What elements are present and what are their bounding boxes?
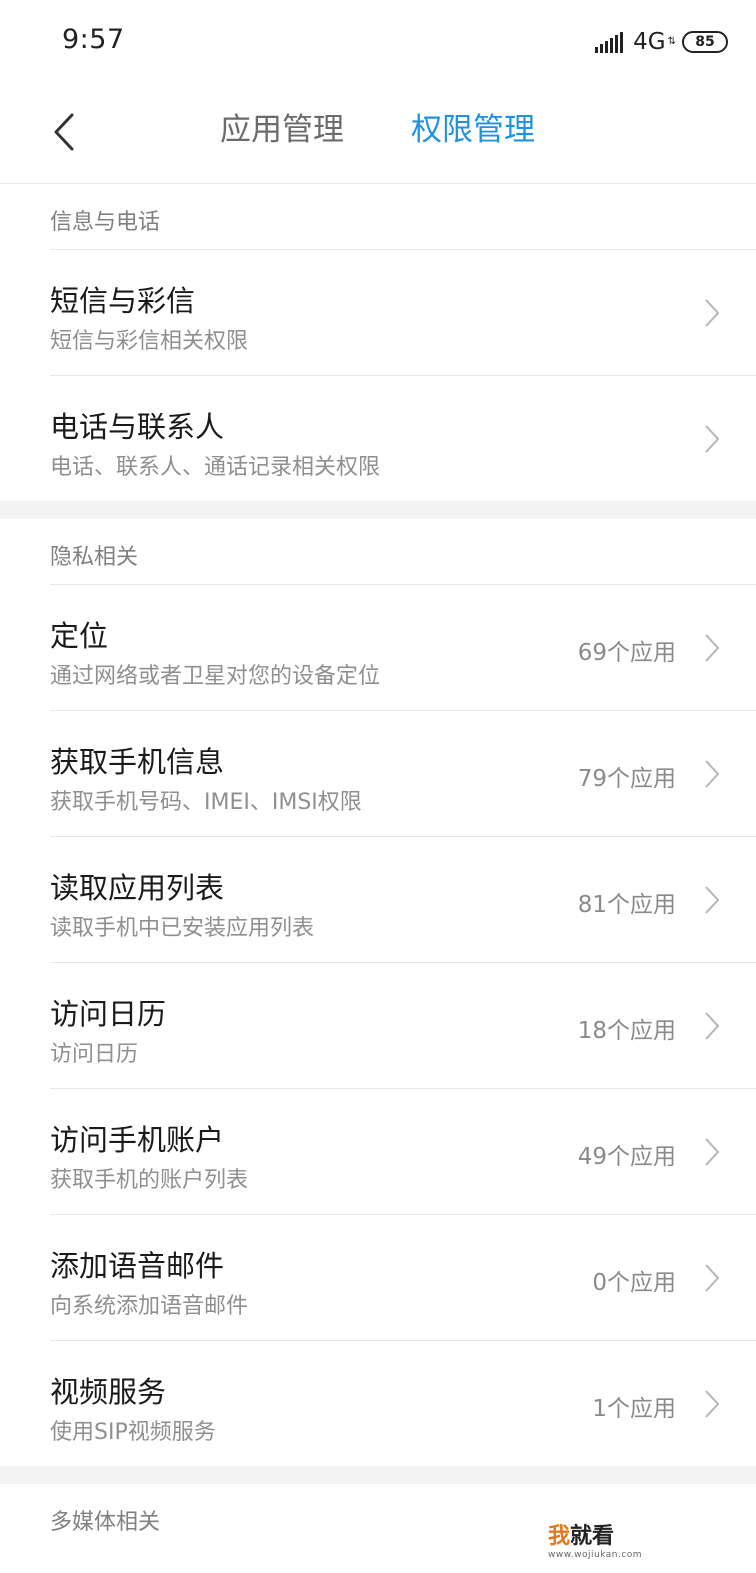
network-type: 4G — [633, 29, 666, 55]
watermark-url: www.wojiukan.com — [548, 1550, 643, 1560]
item-subtitle: 向系统添加语音邮件 — [50, 1294, 249, 1319]
chevron-right-icon — [705, 1012, 720, 1040]
app-count: 18个应用 — [577, 1018, 676, 1044]
item-title: 访问日历 — [50, 997, 167, 1031]
section-title: 隐私相关 — [50, 545, 139, 570]
item-title: 访问手机账户 — [50, 1123, 225, 1157]
app-count: 1个应用 — [592, 1396, 676, 1422]
battery-icon: 85 — [682, 31, 728, 53]
status-bar: 9:57 4G ⇅ 85 — [0, 0, 756, 80]
list-item-voicemail[interactable]: 添加语音邮件 向系统添加语音邮件 0个应用 — [50, 1214, 756, 1340]
list-item-phone-contacts[interactable]: 电话与联系人 电话、联系人、通话记录相关权限 — [50, 375, 756, 501]
list-item-video-service[interactable]: 视频服务 使用SIP视频服务 1个应用 — [50, 1340, 756, 1466]
tab-permission-management[interactable]: 权限管理 — [411, 110, 535, 150]
section-messages-phone: 信息与电话 短信与彩信 短信与彩信相关权限 电话与联系人 电话、联系人、通话记录… — [0, 184, 756, 501]
item-subtitle: 使用SIP视频服务 — [50, 1420, 216, 1445]
item-subtitle: 通过网络或者卫星对您的设备定位 — [50, 664, 381, 689]
chevron-right-icon — [705, 1264, 720, 1292]
app-count: 81个应用 — [577, 892, 676, 918]
item-title: 读取应用列表 — [50, 871, 225, 905]
list-item-calendar[interactable]: 访问日历 访问日历 18个应用 — [50, 962, 756, 1088]
watermark-text: 我就看 — [548, 1518, 658, 1550]
watermark-logo: 我就看 www.wojiukan.com — [548, 1518, 658, 1568]
back-button[interactable] — [40, 104, 88, 160]
list-item-app-list[interactable]: 读取应用列表 读取手机中已安装应用列表 81个应用 — [50, 836, 756, 962]
data-arrows-icon: ⇅ — [667, 36, 676, 47]
app-count: 69个应用 — [577, 640, 676, 666]
list-item-phone-info[interactable]: 获取手机信息 获取手机号码、IMEI、IMSI权限 79个应用 — [50, 710, 756, 836]
status-time: 9:57 — [62, 24, 125, 55]
item-subtitle: 访问日历 — [50, 1042, 139, 1067]
item-title: 获取手机信息 — [50, 745, 225, 779]
header: 应用管理 权限管理 — [0, 80, 756, 184]
back-arrow-icon — [54, 113, 74, 151]
item-title: 电话与联系人 — [50, 410, 225, 444]
item-subtitle: 获取手机的账户列表 — [50, 1168, 249, 1193]
permission-list: 信息与电话 短信与彩信 短信与彩信相关权限 电话与联系人 电话、联系人、通话记录… — [0, 184, 756, 1549]
item-title: 短信与彩信 — [50, 284, 196, 318]
list-item-location[interactable]: 定位 通过网络或者卫星对您的设备定位 69个应用 — [50, 584, 756, 710]
app-count: 0个应用 — [592, 1270, 676, 1296]
tab-app-management[interactable]: 应用管理 — [220, 110, 344, 150]
section-divider — [0, 1466, 756, 1484]
app-count: 79个应用 — [577, 766, 676, 792]
item-title: 视频服务 — [50, 1375, 167, 1409]
chevron-right-icon — [705, 634, 720, 662]
item-subtitle: 获取手机号码、IMEI、IMSI权限 — [50, 790, 362, 815]
watermark-rest: 就看 — [570, 1524, 615, 1549]
chevron-right-icon — [705, 1138, 720, 1166]
app-count: 49个应用 — [577, 1144, 676, 1170]
item-title: 添加语音邮件 — [50, 1249, 225, 1283]
section-divider — [0, 501, 756, 519]
signal-icon — [595, 31, 625, 53]
status-icons: 4G ⇅ 85 — [595, 28, 728, 56]
item-subtitle: 短信与彩信相关权限 — [50, 329, 249, 354]
chevron-right-icon — [705, 760, 720, 788]
chevron-right-icon — [705, 299, 720, 327]
section-title: 信息与电话 — [50, 210, 161, 235]
section-privacy: 隐私相关 定位 通过网络或者卫星对您的设备定位 69个应用 获取手机信息 获取手… — [0, 519, 756, 1466]
item-subtitle: 读取手机中已安装应用列表 — [50, 916, 315, 941]
watermark-first-char: 我 — [548, 1524, 571, 1549]
item-subtitle: 电话、联系人、通话记录相关权限 — [50, 455, 381, 480]
chevron-right-icon — [705, 1390, 720, 1418]
chevron-right-icon — [705, 425, 720, 453]
list-item-accounts[interactable]: 访问手机账户 获取手机的账户列表 49个应用 — [50, 1088, 756, 1214]
list-item-sms[interactable]: 短信与彩信 短信与彩信相关权限 — [50, 249, 756, 375]
item-title: 定位 — [50, 619, 109, 653]
battery-level: 85 — [695, 34, 715, 50]
chevron-right-icon — [705, 886, 720, 914]
